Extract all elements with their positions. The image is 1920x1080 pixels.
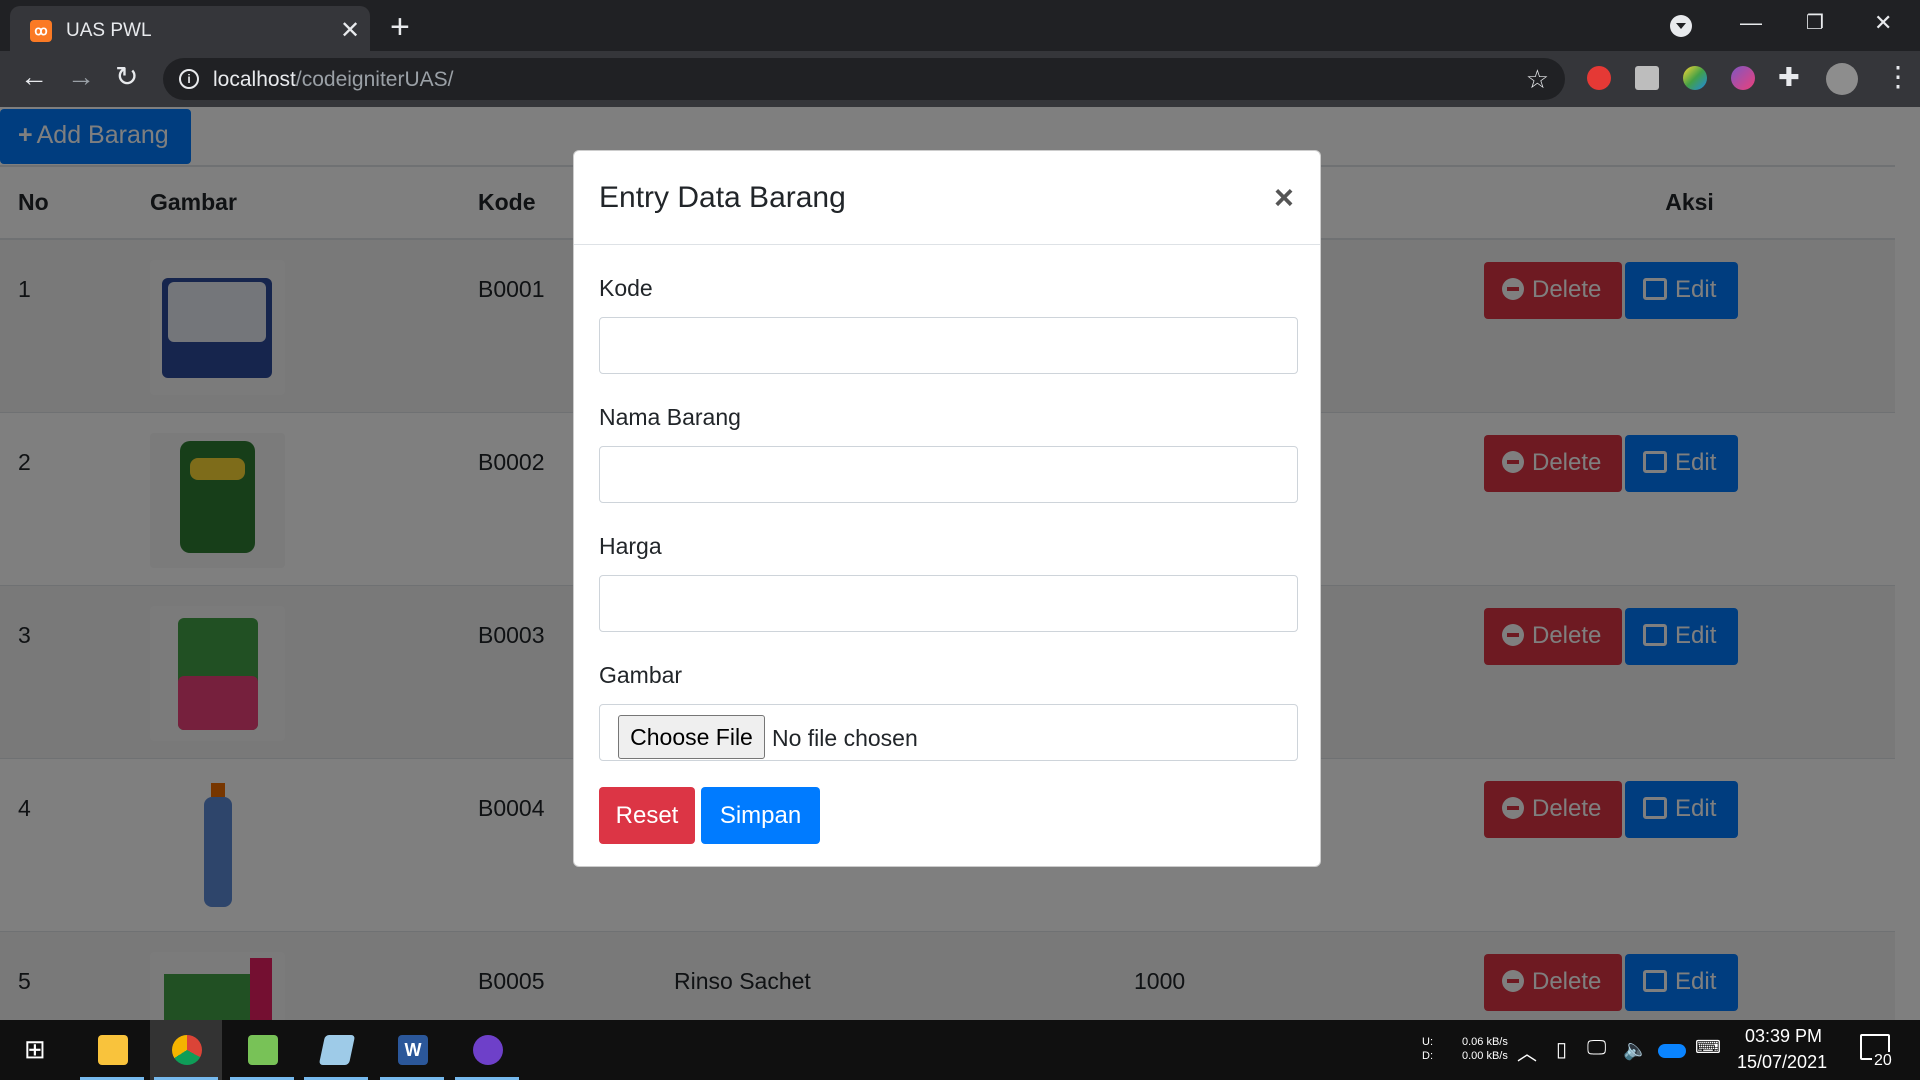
kode-label: Kode (599, 275, 653, 301)
url-text[interactable]: localhost/codeigniterUAS/ (213, 68, 453, 92)
usb-icon[interactable]: ▯ (1556, 1037, 1567, 1062)
bookmark-star-icon[interactable]: ☆ (1526, 64, 1549, 95)
volume-icon[interactable]: 🔈 (1623, 1037, 1648, 1062)
modal-close-icon[interactable]: × (1274, 179, 1294, 218)
kode-input[interactable] (599, 317, 1298, 374)
window-close-icon[interactable]: ✕ (1874, 10, 1892, 36)
chrome-icon (172, 1035, 202, 1065)
net-d-label: D: (1422, 1050, 1433, 1062)
clock-date[interactable]: 15/07/2021 (1737, 1052, 1827, 1073)
notification-count: 20 (1872, 1052, 1894, 1070)
tab-close-icon[interactable]: ✕ (340, 16, 360, 45)
folder-icon (98, 1035, 128, 1065)
new-tab-icon[interactable]: + (390, 8, 410, 47)
nama-barang-input[interactable] (599, 446, 1298, 503)
extension-adblock-icon[interactable] (1587, 66, 1611, 90)
taskbar-notepad[interactable] (300, 1020, 372, 1080)
address-bar[interactable]: i localhost/codeigniterUAS/ ☆ (163, 58, 1565, 100)
browser-toolbar: ← → ↻ i localhost/codeigniterUAS/ ☆ ✚ ⋮ (0, 51, 1920, 107)
word-icon: W (398, 1035, 428, 1065)
net-download-speed: 0.00 kB/s (1462, 1050, 1508, 1062)
language-icon[interactable]: ⌨ (1695, 1037, 1721, 1058)
windows-taskbar: ⊞ W U: D: 0.06 kB/s 0.00 kB/s ︿ ▯ 🖵 🔈 ⌨ … (0, 1020, 1920, 1080)
harga-input[interactable] (599, 575, 1298, 632)
site-info-icon[interactable]: i (179, 69, 199, 89)
android-studio-icon (248, 1035, 278, 1065)
taskbar-word[interactable]: W (376, 1020, 448, 1080)
extension-printer-icon[interactable] (1635, 66, 1659, 90)
taskbar-android-studio[interactable] (226, 1020, 298, 1080)
choose-file-button[interactable]: Choose File (618, 715, 765, 759)
net-upload-speed: 0.06 kB/s (1462, 1036, 1508, 1048)
entry-data-modal: Entry Data Barang × Kode Nama Barang Har… (573, 150, 1321, 867)
windows-start-icon[interactable]: ⊞ (24, 1034, 46, 1065)
browser-tab[interactable]: ꝏ UAS PWL ✕ (10, 6, 370, 51)
forward-icon[interactable]: → (67, 63, 95, 91)
reset-button[interactable]: Reset (599, 787, 695, 844)
file-status-text: No file chosen (772, 725, 918, 751)
chevron-up-icon[interactable]: ︿ (1517, 1037, 1537, 1066)
simpan-button[interactable]: Simpan (701, 787, 820, 844)
tab-search-icon[interactable] (1670, 15, 1692, 37)
net-u-label: U: (1422, 1036, 1433, 1048)
harga-label: Harga (599, 533, 662, 559)
github-icon (473, 1035, 503, 1065)
back-icon[interactable]: ← (20, 63, 48, 91)
gambar-file-input[interactable]: Choose File No file chosen (599, 704, 1298, 761)
browser-tab-bar: ꝏ UAS PWL ✕ + — ❐ ✕ (0, 0, 1920, 51)
nama-barang-label: Nama Barang (599, 404, 741, 430)
clock-time[interactable]: 03:39 PM (1745, 1026, 1822, 1047)
taskbar-file-explorer[interactable] (76, 1020, 148, 1080)
notepad-icon (318, 1035, 356, 1065)
extension-purple-icon[interactable] (1731, 66, 1755, 90)
gambar-label: Gambar (599, 662, 683, 688)
modal-title: Entry Data Barang (599, 181, 846, 214)
tab-title: UAS PWL (66, 20, 152, 41)
menu-kebab-icon[interactable]: ⋮ (1884, 63, 1912, 91)
reload-icon[interactable]: ↻ (115, 63, 138, 91)
minimize-icon[interactable]: — (1740, 10, 1762, 36)
extension-color-icon[interactable] (1683, 66, 1707, 90)
modal-header: Entry Data Barang × (574, 151, 1320, 245)
taskbar-chrome[interactable] (150, 1020, 222, 1080)
onedrive-icon[interactable] (1658, 1044, 1686, 1058)
restore-icon[interactable]: ❐ (1806, 10, 1824, 35)
taskbar-github-desktop[interactable] (451, 1020, 523, 1080)
xampp-icon: ꝏ (30, 20, 52, 42)
extensions-puzzle-icon[interactable]: ✚ (1778, 63, 1800, 91)
avatar[interactable] (1826, 63, 1858, 95)
network-icon[interactable]: 🖵 (1587, 1037, 1606, 1060)
